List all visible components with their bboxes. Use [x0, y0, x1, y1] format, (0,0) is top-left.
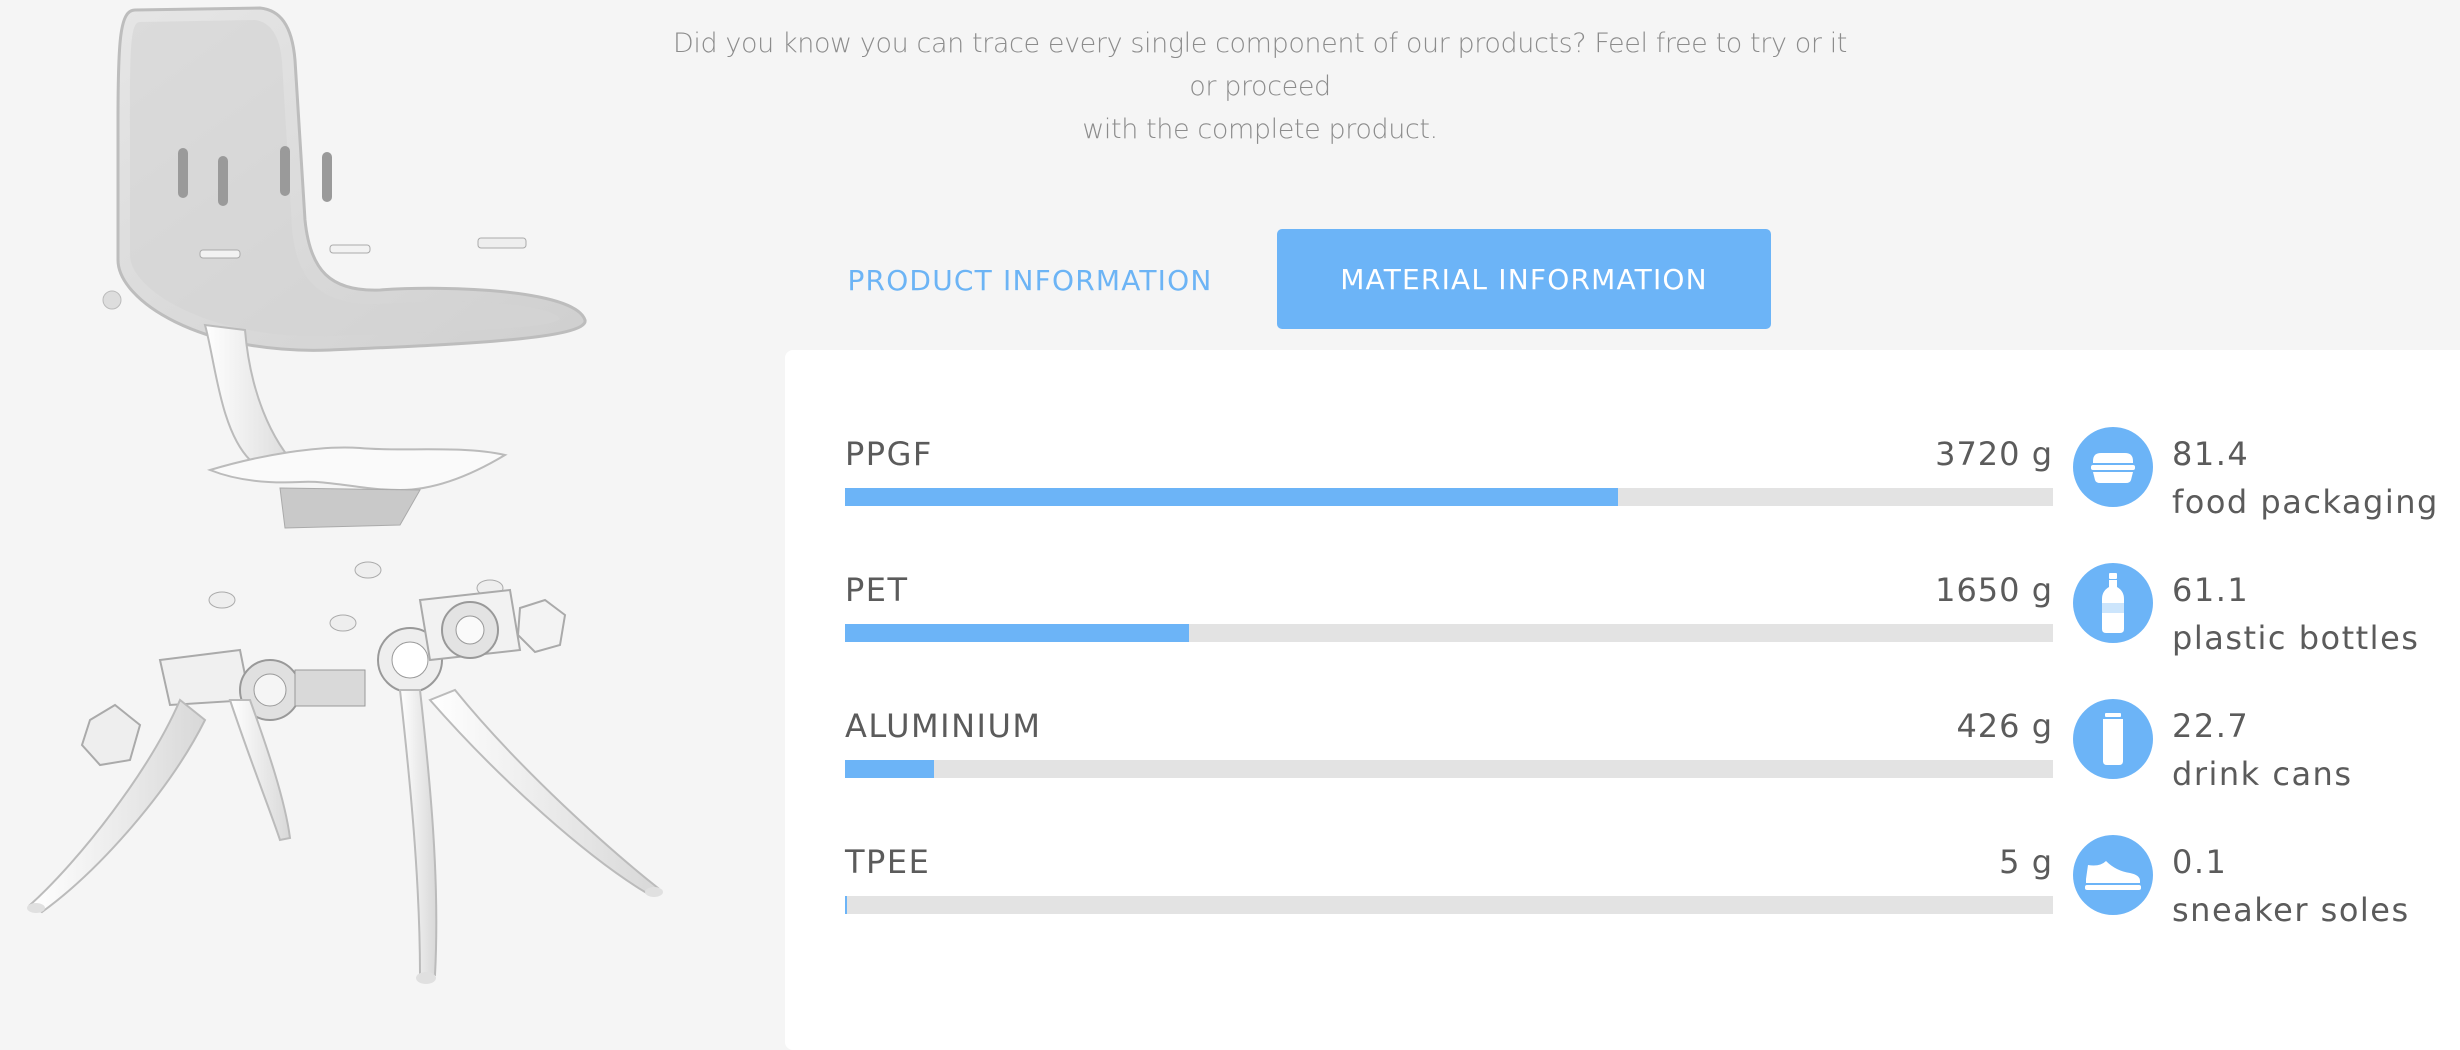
tab-product-information[interactable]: PRODUCT INFORMATION — [816, 229, 1244, 331]
material-weight-bar-fill — [845, 488, 1619, 506]
equivalent-value: 61.1 — [2172, 571, 2250, 609]
intro-line-1: Did you know you can trace every single … — [672, 28, 1847, 102]
equivalent-label: plastic bottles — [2172, 619, 2420, 657]
intro-line-2: with the complete product. — [1082, 114, 1438, 145]
material-weight-bar — [845, 624, 2053, 642]
equivalent-label: sneaker soles — [2172, 891, 2410, 929]
sneaker-icon — [2073, 835, 2153, 915]
material-weight: 1650 g — [1935, 571, 2053, 609]
equivalent-value: 0.1 — [2172, 843, 2228, 881]
equivalent-value: 81.4 — [2172, 435, 2250, 473]
material-row-pet: PET 1650 g 61.1 plastic bottles — [845, 563, 2425, 670]
material-row-aluminium: ALUMINIUM 426 g 22.7 drink cans — [845, 699, 2425, 806]
equivalent-label: food packaging — [2172, 483, 2439, 521]
tab-material-information[interactable]: MATERIAL INFORMATION — [1277, 229, 1771, 329]
chair-exploded-view-image — [27, 6, 663, 984]
material-weight: 5 g — [1999, 843, 2053, 881]
material-weight-bar-fill — [845, 624, 1190, 642]
food-container-icon — [2073, 427, 2153, 507]
material-weight: 426 g — [1956, 707, 2053, 745]
material-row-tpee: TPEE 5 g 0.1 sneaker soles — [845, 835, 2425, 942]
material-weight: 3720 g — [1935, 435, 2053, 473]
bottle-icon — [2073, 563, 2153, 643]
material-weight-bar-fill — [845, 760, 935, 778]
material-weight-bar — [845, 488, 2053, 506]
drink-can-icon — [2073, 699, 2153, 779]
intro-text: Did you know you can trace every single … — [660, 22, 1860, 151]
material-row-ppgf: PPGF 3720 g 81.4 food packaging — [845, 427, 2437, 534]
equivalent-label: drink cans — [2172, 755, 2353, 793]
material-weight-bar-fill — [845, 896, 848, 914]
material-weight-bar — [845, 896, 2053, 914]
material-weight-bar — [845, 760, 2053, 778]
equivalent-value: 22.7 — [2172, 707, 2250, 745]
